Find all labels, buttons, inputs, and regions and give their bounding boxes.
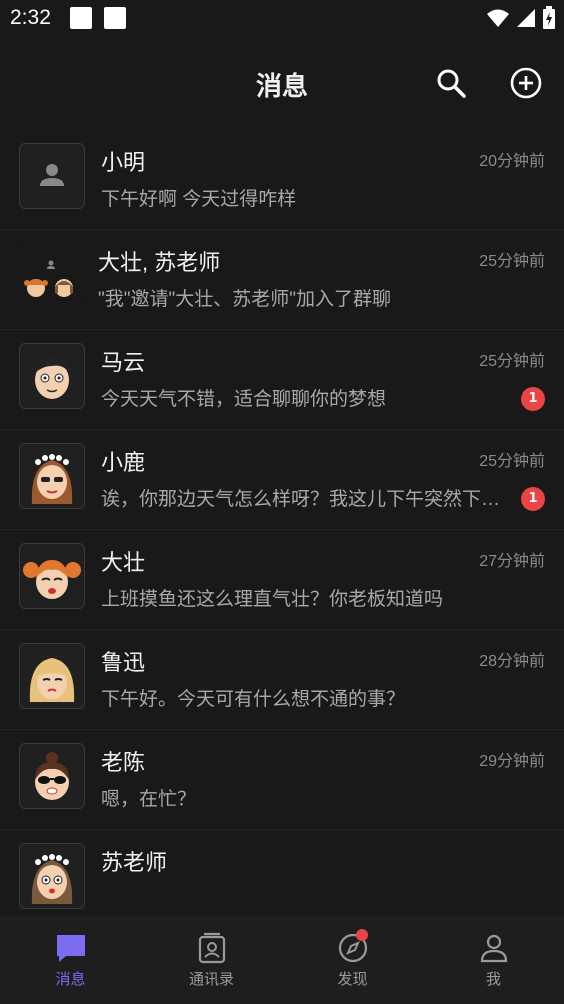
cartoon-teacher-avatar [19,843,85,909]
signal-icon [517,9,535,27]
conversation-item[interactable]: 马云 今天天气不错，适合聊聊你的梦想 25分钟前 1 [0,330,564,430]
contact-name: 大壮 [101,550,146,575]
cartoon-pigtails-avatar [19,543,85,609]
system-icons [486,6,556,30]
notification-dot [356,929,368,941]
notification-icon [104,7,126,29]
message-preview: 诶，你那边天气怎么样呀？我这儿下午突然下起了大雨 [101,489,519,510]
message-time: 25分钟前 [479,353,545,370]
message-time: 29分钟前 [479,753,545,770]
tab-label: 通讯录 [188,971,234,988]
message-preview: 嗯，在忙？ [101,789,197,810]
message-time: 20分钟前 [479,153,545,170]
wifi-icon [487,9,509,27]
tab-label: 发现 [337,971,368,988]
cartoon-girl-flower-avatar [19,443,85,509]
conversation-item[interactable]: 老陈 嗯，在忙？ 29分钟前 [0,730,564,830]
tab-messages[interactable]: 消息 [0,916,141,1004]
battery-icon [543,6,555,29]
conversation-item[interactable]: 鲁迅 下午好。今天可有什么想不通的事？ 28分钟前 [0,630,564,730]
chat-icon [56,935,85,962]
tab-discover[interactable]: 发现 [282,916,423,1004]
message-time: 25分钟前 [479,453,545,470]
conversation-item[interactable]: 苏老师 [0,830,564,930]
contact-name: 大壮, 苏老师 [98,250,221,275]
message-preview: 下午好。今天可有什么想不通的事？ [101,689,406,710]
unread-badge: 1 [521,487,545,511]
contact-name: 苏老师 [101,850,168,875]
unread-badge: 1 [521,387,545,411]
add-icon[interactable] [509,66,543,100]
tab-contacts[interactable]: 通讯录 [141,916,282,1004]
status-time: 2:32 [10,6,51,29]
contact-name: 小明 [101,150,146,175]
conversation-list: 小明 下午好啊 今天过得咋样 20分钟前 大壮, 苏老师 "我"邀请"大壮、苏老… [0,130,564,930]
bottom-tab-bar: 消息 通讯录 发现 我 [0,916,564,1004]
contact-name: 马云 [101,350,146,375]
message-preview: "我"邀请"大壮、苏老师"加入了群聊 [98,289,391,310]
app-header: 消息 [0,38,564,130]
message-time: 28分钟前 [479,653,545,670]
message-preview: 下午好啊 今天过得咋样 [101,189,297,210]
page-title: 消息 [255,71,308,101]
status-bar: 2:32 [0,0,564,38]
search-icon[interactable] [434,66,468,100]
tab-label: 消息 [55,971,86,988]
contact-name: 鲁迅 [101,650,146,675]
cartoon-man-avatar [19,343,85,409]
conversation-item[interactable]: 大壮, 苏老师 "我"邀请"大壮、苏老师"加入了群聊 25分钟前 [0,230,564,330]
conversation-item[interactable]: 小鹿 诶，你那边天气怎么样呀？我这儿下午突然下起了大雨 25分钟前 1 [0,430,564,530]
profile-icon [480,934,507,963]
cartoon-sunglasses-avatar [19,743,85,809]
notification-icon [70,7,92,29]
conversation-item[interactable]: 小明 下午好啊 今天过得咋样 20分钟前 [0,130,564,230]
contact-name: 老陈 [101,750,146,775]
tab-label: 我 [485,971,501,988]
message-preview: 今天天气不错，适合聊聊你的梦想 [101,389,387,410]
conversation-item[interactable]: 大壮 上班摸鱼还这么理直气壮？你老板知道吗 27分钟前 [0,530,564,630]
message-time: 25分钟前 [479,253,545,270]
message-time: 27分钟前 [479,553,545,570]
message-preview: 上班摸鱼还这么理直气壮？你老板知道吗 [101,589,444,610]
contact-name: 小鹿 [101,450,146,475]
contacts-icon [198,932,225,964]
default-person-icon [19,143,85,209]
group-avatar [19,243,83,307]
tab-me[interactable]: 我 [423,916,564,1004]
cartoon-blonde-avatar [19,643,85,709]
